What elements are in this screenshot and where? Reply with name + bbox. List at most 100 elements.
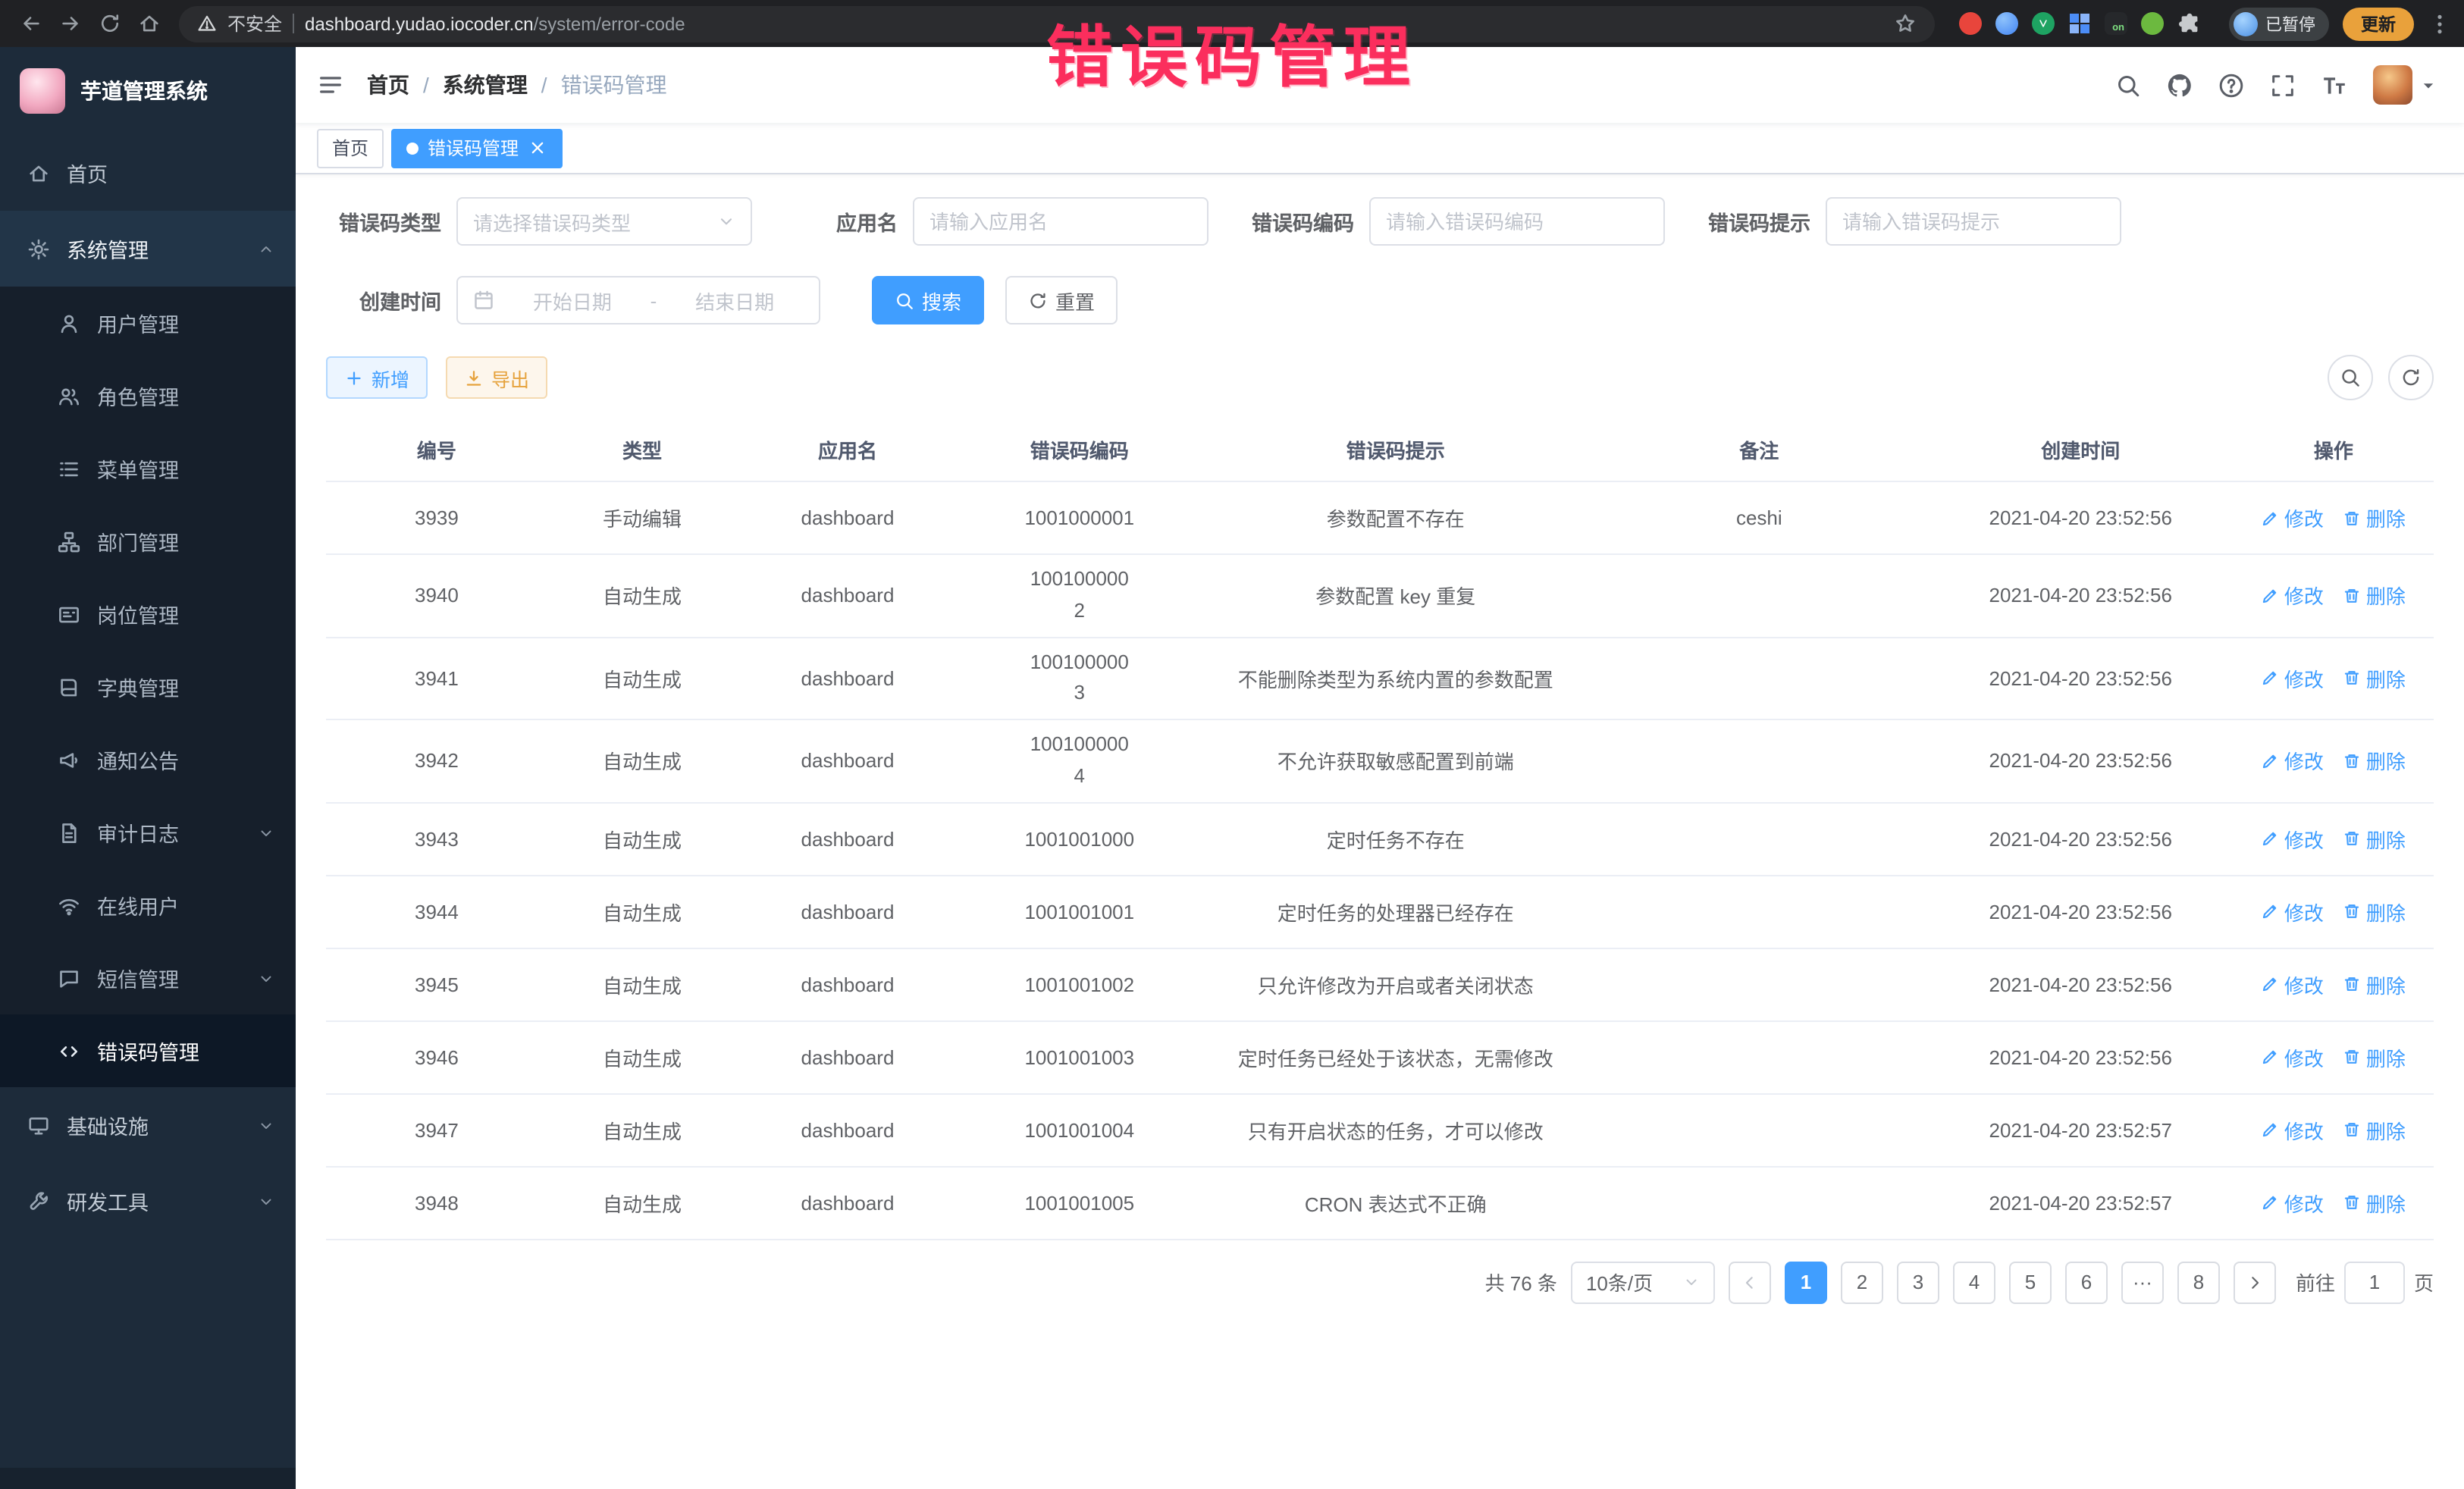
sidebar-item-role-management[interactable]: 角色管理 — [0, 359, 296, 432]
close-icon[interactable] — [528, 138, 547, 158]
add-button[interactable]: 新增 — [326, 356, 428, 399]
pagination-page-3[interactable]: 3 — [1897, 1262, 1939, 1304]
bookmark-star-icon[interactable] — [1894, 12, 1917, 35]
cell-time: 2021-04-20 23:52:56 — [1928, 481, 2234, 554]
pagination-page-8[interactable]: 8 — [2177, 1262, 2220, 1304]
fullscreen-icon[interactable] — [2270, 72, 2296, 98]
tab-error-code-management[interactable]: 错误码管理 — [391, 128, 563, 168]
export-button[interactable]: 导出 — [446, 356, 547, 399]
pagination-page-2[interactable]: 2 — [1841, 1262, 1883, 1304]
error-type-label: 错误码类型 — [326, 206, 456, 237]
extension-leaf-icon[interactable] — [2141, 12, 2164, 35]
date-range-picker[interactable]: 开始日期 - 结束日期 — [456, 276, 820, 324]
browser-back-button[interactable] — [12, 5, 49, 42]
help-icon[interactable] — [2218, 72, 2244, 98]
sidebar-item-dept-management[interactable]: 部门管理 — [0, 505, 296, 578]
pagination-prev-button[interactable] — [1729, 1262, 1771, 1304]
edit-link[interactable]: 修改 — [2262, 825, 2324, 854]
edit-icon — [2262, 669, 2280, 688]
page-size-select[interactable]: 10条/页 — [1571, 1262, 1715, 1304]
edit-link[interactable]: 修改 — [2262, 1043, 2324, 1072]
sidebar-item-sms-management[interactable]: 短信管理 — [0, 942, 296, 1014]
edit-link[interactable]: 修改 — [2262, 898, 2324, 926]
search-button[interactable]: 搜索 — [872, 276, 984, 324]
toggle-search-button[interactable] — [2328, 355, 2373, 400]
edit-link[interactable]: 修改 — [2262, 747, 2324, 776]
delete-link[interactable]: 删除 — [2343, 1116, 2406, 1145]
edit-link[interactable]: 修改 — [2262, 503, 2324, 532]
edit-link[interactable]: 修改 — [2262, 970, 2324, 999]
user-avatar-menu[interactable] — [2373, 65, 2437, 105]
cell-memo — [1591, 1167, 1928, 1240]
pagination-page-1[interactable]: 1 — [1785, 1262, 1827, 1304]
delete-link[interactable]: 删除 — [2343, 970, 2406, 999]
browser-menu-icon[interactable] — [2428, 11, 2452, 36]
breadcrumb-system[interactable]: 系统管理 — [443, 70, 528, 100]
error-type-select[interactable]: 请选择错误码类型 — [456, 197, 752, 246]
sidebar-item-user-management[interactable]: 用户管理 — [0, 287, 296, 359]
browser-forward-button[interactable] — [52, 5, 88, 42]
github-icon[interactable] — [2167, 72, 2193, 98]
delete-link[interactable]: 删除 — [2343, 747, 2406, 776]
cell-code: 1001001001 — [958, 876, 1201, 948]
avatar — [2373, 65, 2412, 105]
pagination-next-button[interactable] — [2234, 1262, 2276, 1304]
tab-home[interactable]: 首页 — [317, 128, 384, 168]
pagination-page-4[interactable]: 4 — [1953, 1262, 1995, 1304]
search-icon[interactable] — [2115, 72, 2141, 98]
delete-icon — [2343, 509, 2362, 527]
sidebar-item-dev-tools[interactable]: 研发工具 — [0, 1163, 296, 1239]
sidebar: 芋道管理系统 首页 系统管理 用户管理 — [0, 47, 296, 1489]
sidebar-item-infrastructure[interactable]: 基础设施 — [0, 1087, 296, 1163]
app-name-input[interactable] — [913, 197, 1208, 246]
font-size-icon[interactable] — [2321, 72, 2347, 98]
sidebar-item-error-code-management[interactable]: 错误码管理 — [0, 1014, 296, 1087]
sidebar-item-post-management[interactable]: 岗位管理 — [0, 578, 296, 650]
browser-update-button[interactable]: 更新 — [2343, 7, 2414, 40]
browser-profile-chip[interactable]: 已暂停 — [2229, 7, 2329, 40]
pagination-page-6[interactable]: 6 — [2065, 1262, 2108, 1304]
extension-vue-devtools-icon[interactable] — [2032, 12, 2055, 35]
delete-link[interactable]: 删除 — [2343, 664, 2406, 693]
edit-link[interactable]: 修改 — [2262, 1116, 2324, 1145]
hamburger-icon[interactable] — [317, 71, 344, 99]
delete-link[interactable]: 删除 — [2343, 1189, 2406, 1218]
sidebar-item-dict-management[interactable]: 字典管理 — [0, 650, 296, 723]
extension-on-icon[interactable]: on — [2105, 12, 2127, 35]
goto-page-input[interactable] — [2344, 1262, 2405, 1304]
reset-button[interactable]: 重置 — [1005, 276, 1118, 324]
profile-badge-label: 已暂停 — [2265, 11, 2315, 36]
delete-link[interactable]: 删除 — [2343, 503, 2406, 532]
breadcrumb-home[interactable]: 首页 — [367, 70, 409, 100]
edit-link[interactable]: 修改 — [2262, 1189, 2324, 1218]
cell-time: 2021-04-20 23:52:56 — [1928, 803, 2234, 876]
sidebar-item-home[interactable]: 首页 — [0, 135, 296, 211]
sidebar-item-online-users[interactable]: 在线用户 — [0, 869, 296, 942]
error-hint-input[interactable] — [1826, 197, 2121, 246]
sidebar-item-audit-log[interactable]: 审计日志 — [0, 796, 296, 869]
delete-link[interactable]: 删除 — [2343, 581, 2406, 610]
megaphone-icon — [58, 748, 80, 771]
delete-link[interactable]: 删除 — [2343, 825, 2406, 854]
refresh-table-button[interactable] — [2388, 355, 2434, 400]
cell-app: dashboard — [737, 481, 958, 554]
pagination-more-button[interactable]: ··· — [2121, 1262, 2164, 1304]
extensions-puzzle-icon[interactable] — [2177, 11, 2202, 36]
edit-link[interactable]: 修改 — [2262, 664, 2324, 693]
delete-link[interactable]: 删除 — [2343, 898, 2406, 926]
logo-image — [20, 68, 65, 114]
extension-red-icon[interactable] — [1959, 12, 1982, 35]
sidebar-item-system-management[interactable]: 系统管理 — [0, 211, 296, 287]
browser-reload-button[interactable] — [91, 5, 127, 42]
pagination-page-5[interactable]: 5 — [2009, 1262, 2052, 1304]
extension-drop-icon[interactable] — [1995, 12, 2018, 35]
edit-link[interactable]: 修改 — [2262, 581, 2324, 610]
extension-grid-icon[interactable] — [2068, 12, 2091, 35]
browser-address-bar[interactable]: 不安全 dashboard.yudao.iocoder.cn/system/er… — [179, 5, 1935, 42]
browser-home-button[interactable] — [130, 5, 167, 42]
delete-link[interactable]: 删除 — [2343, 1043, 2406, 1072]
page-url: dashboard.yudao.iocoder.cn/system/error-… — [305, 13, 685, 34]
sidebar-item-notice[interactable]: 通知公告 — [0, 723, 296, 796]
sidebar-item-menu-management[interactable]: 菜单管理 — [0, 432, 296, 505]
error-code-input[interactable] — [1369, 197, 1665, 246]
